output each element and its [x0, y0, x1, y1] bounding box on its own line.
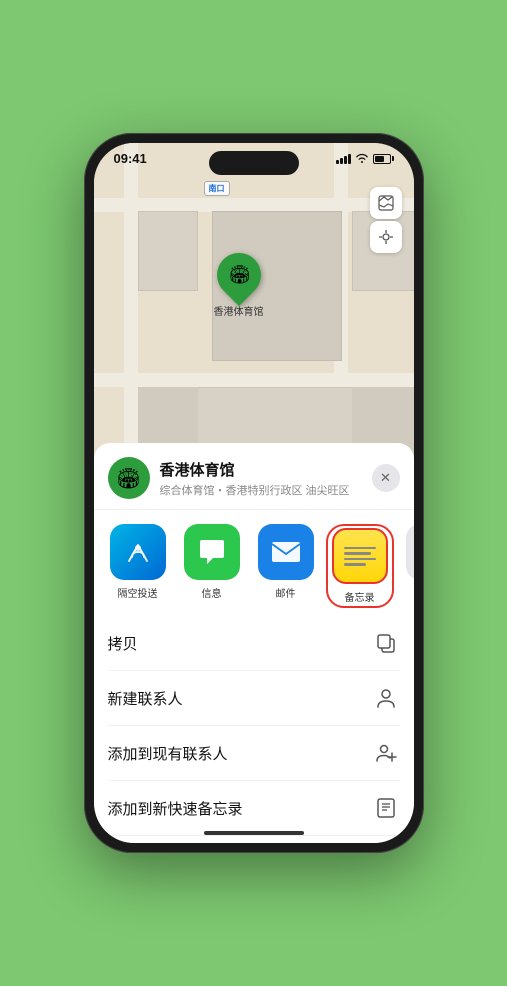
close-button[interactable]: ✕	[372, 464, 400, 492]
more-icon	[406, 524, 414, 580]
venue-icon: 🏟	[108, 457, 150, 499]
mail-icon	[258, 524, 314, 580]
venue-info: 香港体育馆 综合体育馆・香港特别行政区 油尖旺区	[160, 459, 372, 498]
action-new-contact[interactable]: 新建联系人	[108, 671, 400, 726]
messages-label: 信息	[202, 585, 222, 600]
battery-icon	[373, 154, 394, 164]
dynamic-island	[209, 151, 299, 175]
status-time: 09:41	[114, 151, 147, 166]
signal-bars-icon	[336, 154, 351, 164]
airdrop-icon	[110, 524, 166, 580]
person-icon	[372, 684, 400, 712]
action-quick-note-label: 添加到新快速备忘录	[108, 798, 243, 819]
notes-label: 备忘录	[345, 589, 375, 604]
share-item-mail[interactable]: 邮件	[252, 524, 320, 608]
map-type-button[interactable]	[370, 187, 402, 219]
share-row: 隔空投送 信息	[94, 510, 414, 616]
action-add-contact[interactable]: 添加到现有联系人	[108, 726, 400, 781]
share-item-more[interactable]: 推	[400, 524, 414, 608]
venue-sub: 综合体育馆・香港特别行政区 油尖旺区	[160, 482, 372, 498]
action-copy-label: 拷贝	[108, 633, 138, 654]
share-item-airdrop[interactable]: 隔空投送	[104, 524, 172, 608]
action-quick-note[interactable]: 添加到新快速备忘录	[108, 781, 400, 836]
stadium-marker: 🏟 香港体育馆	[214, 253, 264, 318]
share-item-notes[interactable]: 备忘录	[326, 524, 394, 608]
home-indicator	[204, 831, 304, 835]
action-copy[interactable]: 拷贝	[108, 616, 400, 671]
action-add-contact-label: 添加到现有联系人	[108, 743, 228, 764]
wifi-icon	[355, 152, 369, 166]
messages-icon	[184, 524, 240, 580]
memo-icon	[372, 794, 400, 822]
airdrop-label: 隔空投送	[118, 585, 158, 600]
person-add-icon	[372, 739, 400, 767]
action-print[interactable]: 打印	[108, 836, 400, 843]
notes-icon	[332, 528, 388, 584]
location-button[interactable]	[370, 221, 402, 253]
action-new-contact-label: 新建联系人	[108, 688, 183, 709]
status-icons	[336, 152, 394, 166]
action-list: 拷贝 新建联系人	[94, 616, 414, 843]
notes-lines	[344, 547, 376, 566]
share-item-messages[interactable]: 信息	[178, 524, 246, 608]
venue-name: 香港体育馆	[160, 459, 372, 480]
copy-icon	[372, 629, 400, 657]
map-controls	[370, 187, 402, 253]
phone-frame: 09:41	[84, 133, 424, 853]
map-label-nk: 南口	[204, 181, 230, 196]
mail-label: 邮件	[276, 585, 296, 600]
bottom-sheet: 🏟 香港体育馆 综合体育馆・香港特别行政区 油尖旺区 ✕	[94, 443, 414, 843]
sheet-header: 🏟 香港体育馆 综合体育馆・香港特别行政区 油尖旺区 ✕	[94, 443, 414, 510]
stadium-pin-icon: 🏟	[227, 265, 250, 286]
phone-screen: 09:41	[94, 143, 414, 843]
